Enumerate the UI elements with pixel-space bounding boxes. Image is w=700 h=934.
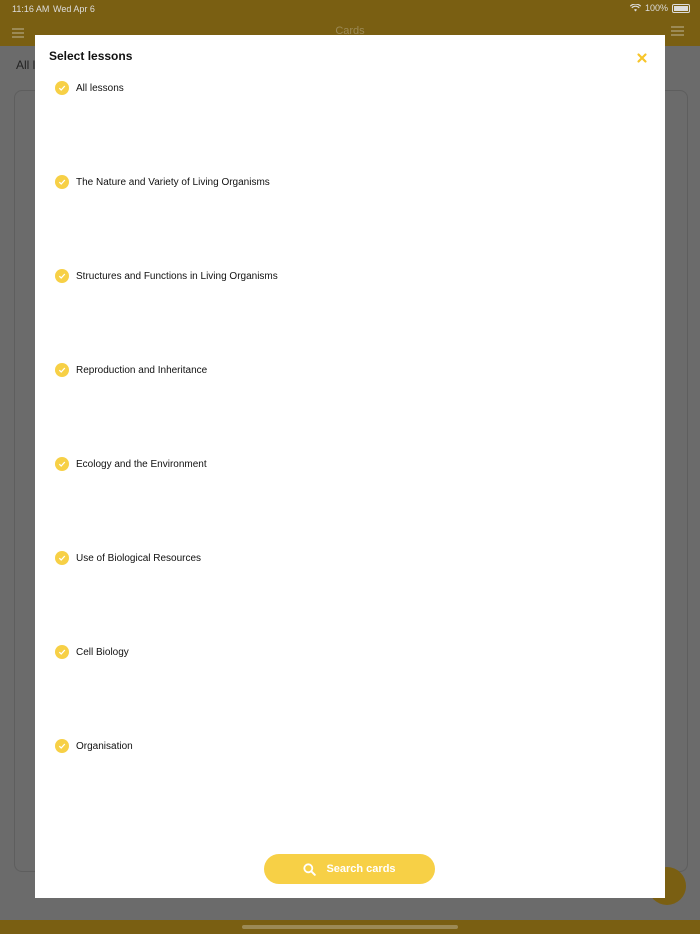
search-cards-button[interactable]: Search cards xyxy=(264,854,435,884)
lesson-label: The Nature and Variety of Living Organis… xyxy=(76,176,270,188)
checkmark-icon xyxy=(55,739,69,753)
modal-title: Select lessons xyxy=(49,49,133,63)
status-right: 100% xyxy=(629,3,690,13)
status-bar: 11:16 AM Wed Apr 6 100% xyxy=(0,0,700,18)
lesson-label: Reproduction and Inheritance xyxy=(76,364,208,376)
battery-percent: 100% xyxy=(644,3,668,13)
lesson-label: Ecology and the Environment xyxy=(76,458,207,470)
checkmark-icon xyxy=(55,363,69,377)
checkmark-icon xyxy=(55,457,69,471)
lesson-item-all-lessons[interactable]: All lessons xyxy=(55,79,124,97)
lesson-item-structures-functions[interactable]: Structures and Functions in Living Organ… xyxy=(55,267,278,285)
select-lessons-modal: Select lessons All lessons The Nature an… xyxy=(35,35,665,898)
checkmark-icon xyxy=(55,175,69,189)
search-cards-label: Search cards xyxy=(326,863,396,875)
home-indicator xyxy=(242,925,458,929)
lesson-label: Organisation xyxy=(76,740,133,752)
lesson-item-cell-biology[interactable]: Cell Biology xyxy=(55,643,129,661)
status-date: Wed Apr 6 xyxy=(53,4,95,14)
lesson-item-organisation[interactable]: Organisation xyxy=(55,737,133,755)
checkmark-icon xyxy=(55,645,69,659)
checkmark-icon xyxy=(55,81,69,95)
lesson-item-ecology[interactable]: Ecology and the Environment xyxy=(55,455,207,473)
background-label: All l xyxy=(16,58,36,72)
lesson-label: Structures and Functions in Living Organ… xyxy=(76,270,278,282)
status-time: 11:16 AM xyxy=(12,4,50,14)
checkmark-icon xyxy=(55,551,69,565)
lesson-item-nature-variety[interactable]: The Nature and Variety of Living Organis… xyxy=(55,173,270,191)
lesson-item-biological-resources[interactable]: Use of Biological Resources xyxy=(55,549,201,567)
battery-icon xyxy=(672,3,690,13)
wifi-icon xyxy=(629,4,641,12)
lesson-item-reproduction[interactable]: Reproduction and Inheritance xyxy=(55,361,207,379)
checkmark-icon xyxy=(55,269,69,283)
lesson-label: All lessons xyxy=(76,82,124,94)
close-icon[interactable] xyxy=(635,51,649,65)
list-icon[interactable] xyxy=(671,26,684,38)
lesson-label: Use of Biological Resources xyxy=(76,552,202,564)
lesson-label: Cell Biology xyxy=(76,646,129,658)
search-icon xyxy=(303,862,317,876)
